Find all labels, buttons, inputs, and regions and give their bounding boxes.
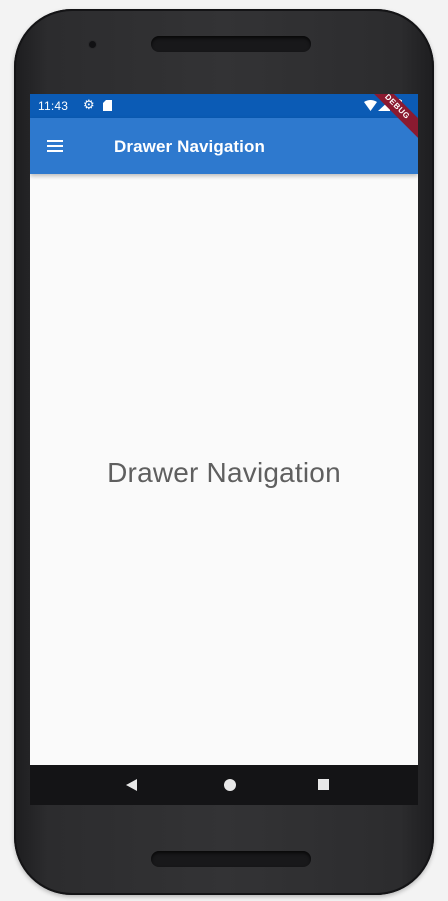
hamburger-menu-icon[interactable]: [44, 135, 66, 157]
front-camera: [89, 41, 96, 48]
body-center-text: Drawer Navigation: [107, 457, 341, 488]
phone-screen: 11:43 ⚙ Drawer Navigation DEBUG Drawer N…: [30, 94, 418, 805]
system-navigation-bar: [30, 765, 418, 805]
app-bar-title: Drawer Navigation: [114, 137, 265, 156]
page: 11:43 ⚙ Drawer Navigation DEBUG Drawer N…: [0, 0, 448, 901]
wifi-icon: [364, 100, 377, 111]
bottom-speaker: [151, 851, 311, 867]
status-time: 11:43: [38, 99, 69, 113]
status-bar: 11:43 ⚙: [30, 94, 418, 118]
top-speaker: [151, 36, 311, 52]
gear-icon: ⚙: [83, 97, 95, 112]
sd-card-icon: [103, 100, 112, 111]
back-icon[interactable]: [125, 779, 137, 791]
home-icon[interactable]: [224, 779, 236, 791]
phone-frame: 11:43 ⚙ Drawer Navigation DEBUG Drawer N…: [14, 9, 434, 895]
app-bar: Drawer Navigation: [30, 118, 418, 174]
recents-icon[interactable]: [318, 779, 329, 790]
